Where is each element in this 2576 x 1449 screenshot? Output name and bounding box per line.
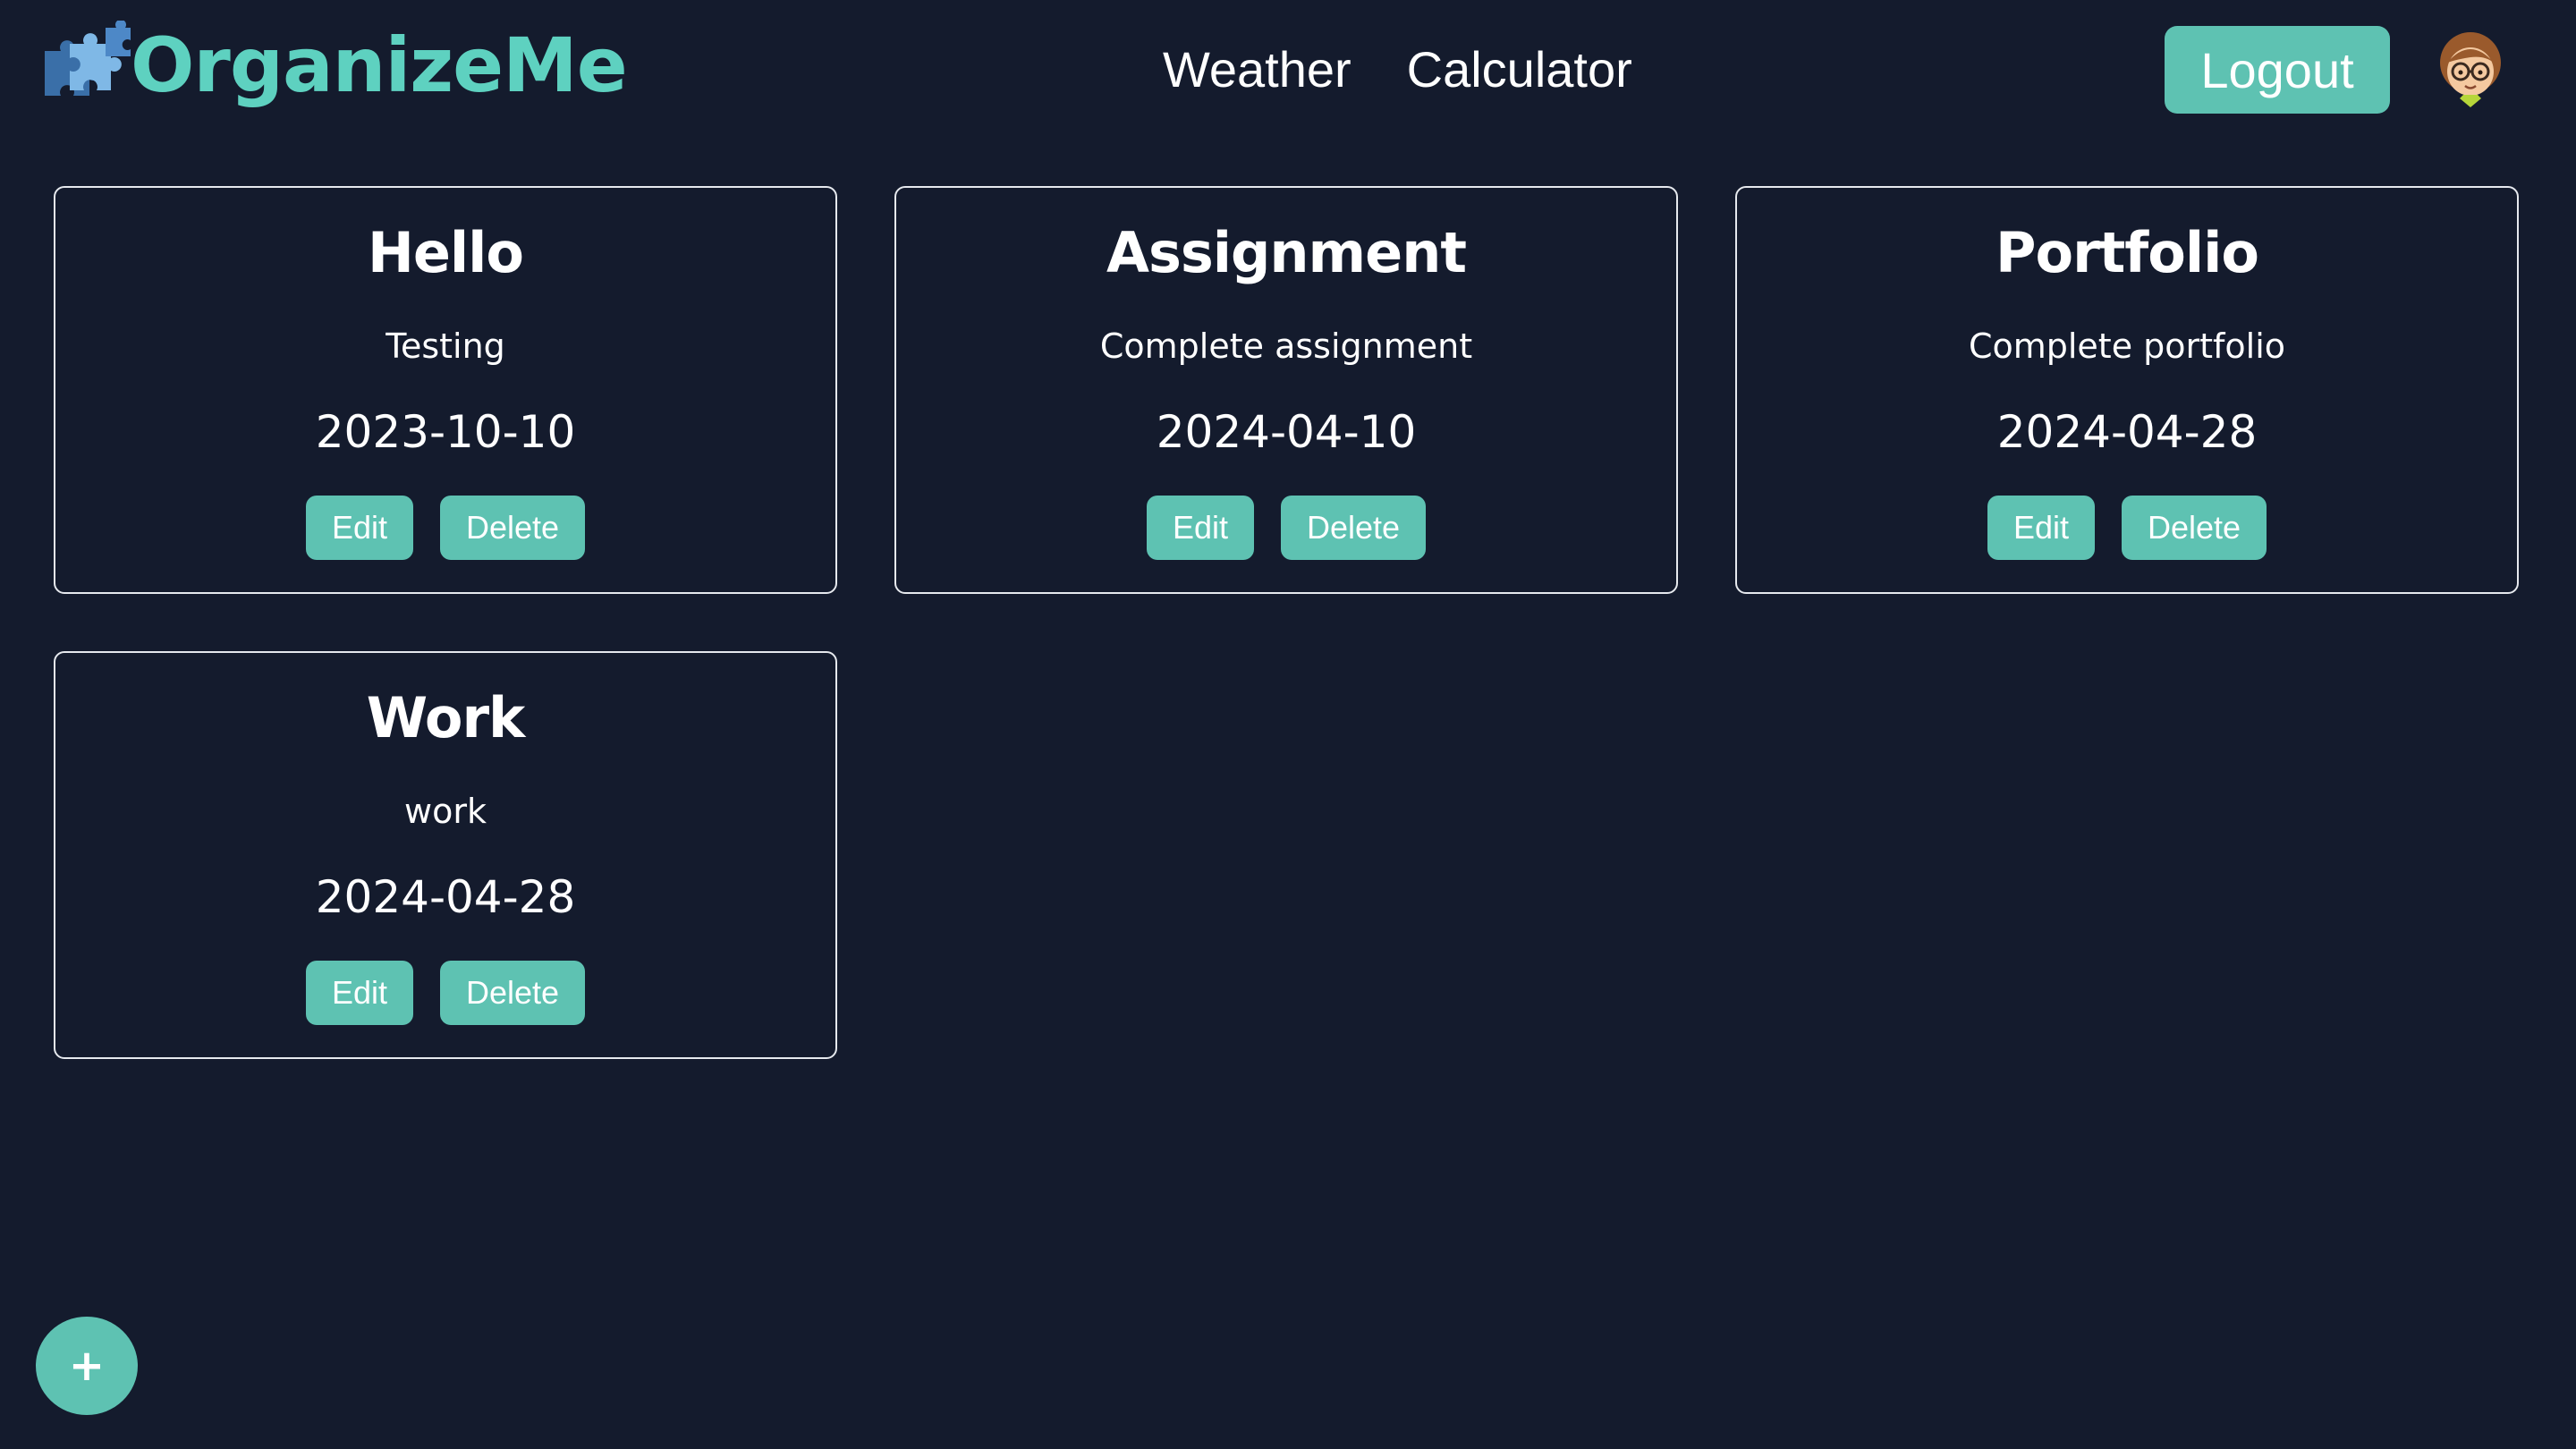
- logout-button[interactable]: Logout: [2165, 26, 2390, 114]
- task-card: Portfolio Complete portfolio 2024-04-28 …: [1735, 186, 2519, 594]
- edit-button[interactable]: Edit: [306, 961, 413, 1025]
- plus-icon: +: [68, 1341, 106, 1391]
- card-title: Portfolio: [1996, 220, 2259, 285]
- card-date: 2023-10-10: [315, 406, 576, 458]
- card-actions: Edit Delete: [896, 496, 1676, 560]
- card-actions: Edit Delete: [55, 496, 835, 560]
- card-description: work: [404, 792, 487, 831]
- page: OrganizeMe Weather Calculator Logout Hel…: [0, 0, 2576, 1449]
- card-actions: Edit Delete: [55, 961, 835, 1025]
- card-title: Assignment: [1106, 220, 1467, 285]
- card-description: Complete assignment: [1099, 326, 1473, 366]
- card-description: Testing: [386, 326, 505, 366]
- brand-name: OrganizeMe: [131, 21, 628, 109]
- card-actions: Edit Delete: [1737, 496, 2517, 560]
- main-nav: Weather Calculator: [1163, 34, 1632, 106]
- top-navbar: OrganizeMe Weather Calculator Logout: [0, 0, 2576, 143]
- task-card: Work work 2024-04-28 Edit Delete: [54, 651, 837, 1059]
- edit-button[interactable]: Edit: [1147, 496, 1254, 560]
- card-description: Complete portfolio: [1968, 326, 2286, 366]
- task-card: Assignment Complete assignment 2024-04-1…: [894, 186, 1678, 594]
- card-title: Work: [366, 685, 526, 750]
- card-date: 2024-04-10: [1156, 406, 1417, 458]
- delete-button[interactable]: Delete: [440, 496, 585, 560]
- card-date: 2024-04-28: [315, 871, 576, 923]
- nav-link-calculator[interactable]: Calculator: [1407, 45, 1632, 95]
- delete-button[interactable]: Delete: [2122, 496, 2267, 560]
- user-avatar-icon[interactable]: [2431, 27, 2510, 111]
- nav-link-weather[interactable]: Weather: [1163, 45, 1352, 95]
- edit-button[interactable]: Edit: [306, 496, 413, 560]
- delete-button[interactable]: Delete: [1281, 496, 1426, 560]
- edit-button[interactable]: Edit: [1987, 496, 2095, 560]
- card-title: Hello: [367, 220, 524, 285]
- delete-button[interactable]: Delete: [440, 961, 585, 1025]
- puzzle-pieces-icon: [45, 21, 131, 96]
- task-card: Hello Testing 2023-10-10 Edit Delete: [54, 186, 837, 594]
- card-date: 2024-04-28: [1996, 406, 2258, 458]
- add-task-button[interactable]: +: [36, 1317, 138, 1415]
- brand[interactable]: OrganizeMe: [39, 16, 628, 114]
